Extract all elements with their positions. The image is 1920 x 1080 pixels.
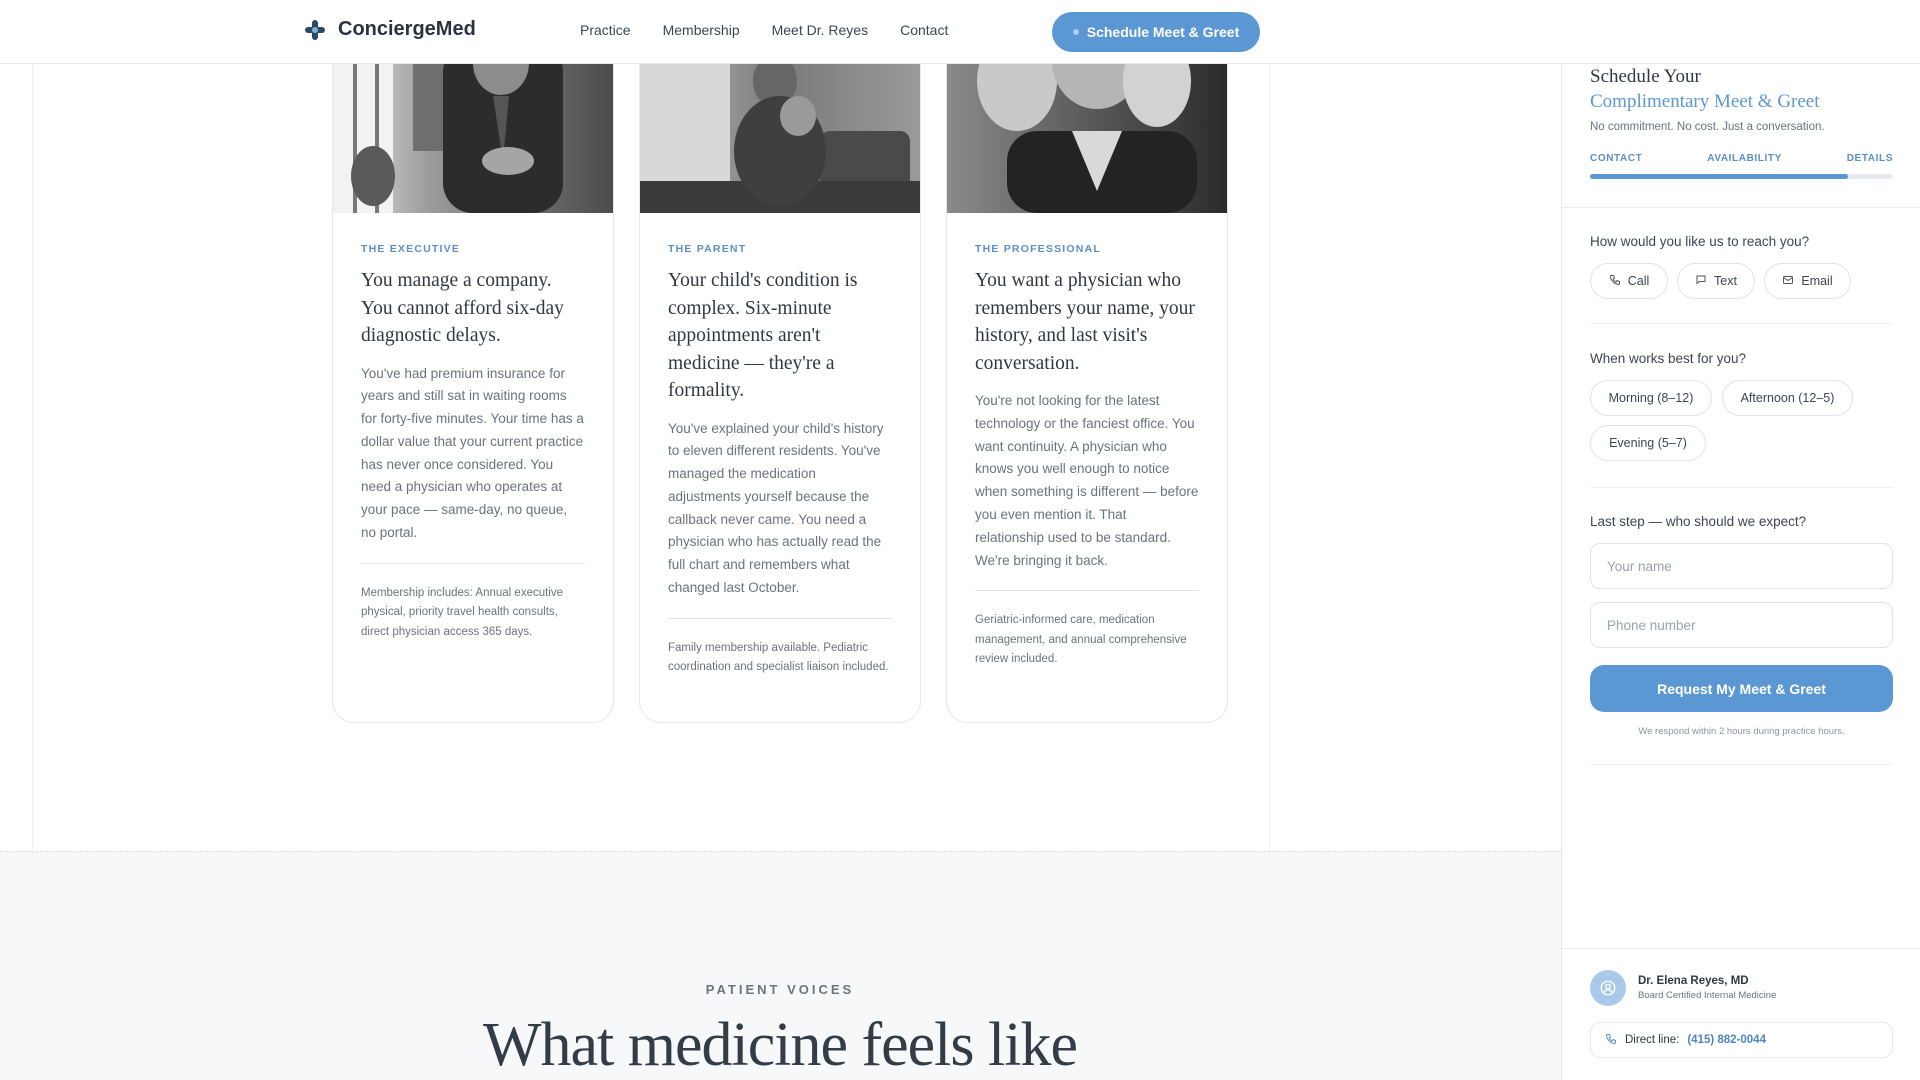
divider	[975, 590, 1199, 592]
step-contact: CONTACT	[1590, 153, 1643, 164]
response-note: We respond within 2 hours during practic…	[1638, 726, 1845, 737]
physician-name: Dr. Elena Reyes, MD	[1638, 975, 1749, 987]
direct-line-link[interactable]: Direct line: (415) 882-0044	[1590, 1022, 1893, 1058]
request-meet-greet-button[interactable]: Request My Meet & Greet	[1590, 665, 1893, 712]
physician-credential: Board Certified Internal Medicine	[1638, 990, 1777, 1001]
panel-title-accent: Complimentary Meet & Greet	[1590, 91, 1820, 112]
panel-header: Schedule Your Complimentary Meet & Greet…	[1590, 64, 1893, 179]
patient-voices-section: PATIENT VOICES What medicine feels like	[0, 851, 1561, 1080]
schedule-meet-greet-button[interactable]: Schedule Meet & Greet	[1052, 12, 1260, 52]
section-title: What medicine feels like	[482, 1011, 1078, 1079]
physician-info: Dr. Elena Reyes, MD Board Certified Inte…	[1590, 970, 1776, 1006]
phone-icon	[1609, 274, 1621, 289]
panel-subtitle: No commitment. No cost. Just a conversat…	[1590, 121, 1825, 133]
divider	[668, 617, 892, 619]
progress-bar	[1590, 174, 1893, 179]
card-title: You manage a company. You cannot afford …	[361, 270, 564, 346]
persona-card-executive: THE EXECUTIVE You manage a company. You …	[332, 40, 614, 723]
last-step-question: Last step — who should we expect?	[1590, 514, 1807, 529]
persona-card-parent: THE PARENT Your child's condition is com…	[639, 40, 921, 723]
dot-icon	[1072, 29, 1079, 35]
divider	[361, 562, 585, 564]
mail-icon	[1782, 274, 1794, 289]
card-text: You've had premium insurance for years a…	[361, 365, 584, 541]
card-title: You want a physician who remembers your …	[975, 270, 1195, 374]
direct-line-phone: (415) 882-0044	[1687, 1034, 1766, 1046]
card-title: Your child's condition is complex. Six-m…	[668, 270, 858, 401]
card-tag: THE EXECUTIVE	[361, 243, 461, 255]
chip-label: Evening (5–7)	[1609, 436, 1687, 450]
card-footer: Geriatric-informed care, medication mana…	[975, 614, 1187, 666]
card-tag: THE PROFESSIONAL	[975, 243, 1101, 255]
direct-line-label: Direct line:	[1625, 1034, 1680, 1046]
user-icon	[1590, 970, 1626, 1006]
brand-name: ConciergeMed	[338, 18, 476, 40]
chip-label: Text	[1714, 274, 1737, 288]
executive-photo	[333, 41, 613, 213]
main-nav: Practice Membership Meet Dr. Reyes Conta…	[580, 22, 948, 38]
nav-contact[interactable]: Contact	[900, 22, 948, 38]
card-text: You're not looking for the latest techno…	[975, 393, 1199, 568]
reach-email-chip[interactable]: Email	[1764, 263, 1851, 299]
persona-card-professional: THE PROFESSIONAL You want a physician wh…	[946, 40, 1228, 723]
time-evening-chip[interactable]: Evening (5–7)	[1590, 425, 1706, 461]
time-afternoon-chip[interactable]: Afternoon (12–5)	[1722, 380, 1853, 416]
divider	[1562, 207, 1920, 208]
section-eyebrow: PATIENT VOICES	[705, 982, 855, 997]
divider	[1590, 487, 1893, 488]
reach-call-chip[interactable]: Call	[1590, 263, 1668, 299]
time-question: When works best for you?	[1590, 351, 1747, 366]
cross-logo-icon	[304, 19, 326, 41]
card-text: You've explained your child's history to…	[668, 420, 884, 596]
divider	[1590, 323, 1893, 324]
reach-question: How would you like us to reach you?	[1590, 234, 1810, 249]
phone-icon	[1605, 1033, 1617, 1048]
reach-text-chip[interactable]: Text	[1677, 263, 1755, 299]
chip-label: Email	[1801, 274, 1833, 288]
nav-practice[interactable]: Practice	[580, 22, 631, 38]
site-header: ConciergeMed Practice Membership Meet Dr…	[0, 0, 1920, 64]
booking-panel: Schedule Your Complimentary Meet & Greet…	[1561, 64, 1920, 1080]
divider	[1590, 764, 1893, 765]
card-footer: Family membership available. Pediatric c…	[668, 641, 889, 674]
card-footer: Membership includes: Annual executive ph…	[361, 586, 564, 638]
professional-photo	[947, 41, 1227, 213]
schedule-meet-greet-label: Schedule Meet & Greet	[1086, 24, 1240, 40]
card-tag: THE PARENT	[668, 243, 747, 255]
chat-bubble-icon	[1695, 274, 1707, 289]
brand-logo[interactable]: ConciergeMed	[304, 18, 476, 41]
name-input[interactable]	[1590, 543, 1893, 589]
chip-label: Morning (8–12)	[1608, 391, 1694, 405]
step-labels: CONTACT AVAILABILITY DETAILS	[1590, 153, 1893, 164]
divider	[1562, 948, 1920, 949]
time-morning-chip[interactable]: Morning (8–12)	[1590, 380, 1712, 416]
nav-meet-dr-reyes[interactable]: Meet Dr. Reyes	[772, 22, 868, 38]
phone-input[interactable]	[1590, 602, 1893, 648]
progress-fill	[1590, 174, 1848, 179]
chip-label: Afternoon (12–5)	[1740, 391, 1835, 405]
step-details: DETAILS	[1846, 153, 1893, 164]
step-availability: AVAILABILITY	[1707, 153, 1782, 164]
nav-membership[interactable]: Membership	[663, 22, 740, 38]
chip-label: Call	[1627, 274, 1650, 288]
panel-title: Schedule Your	[1590, 66, 1701, 87]
parent-photo	[640, 41, 920, 213]
